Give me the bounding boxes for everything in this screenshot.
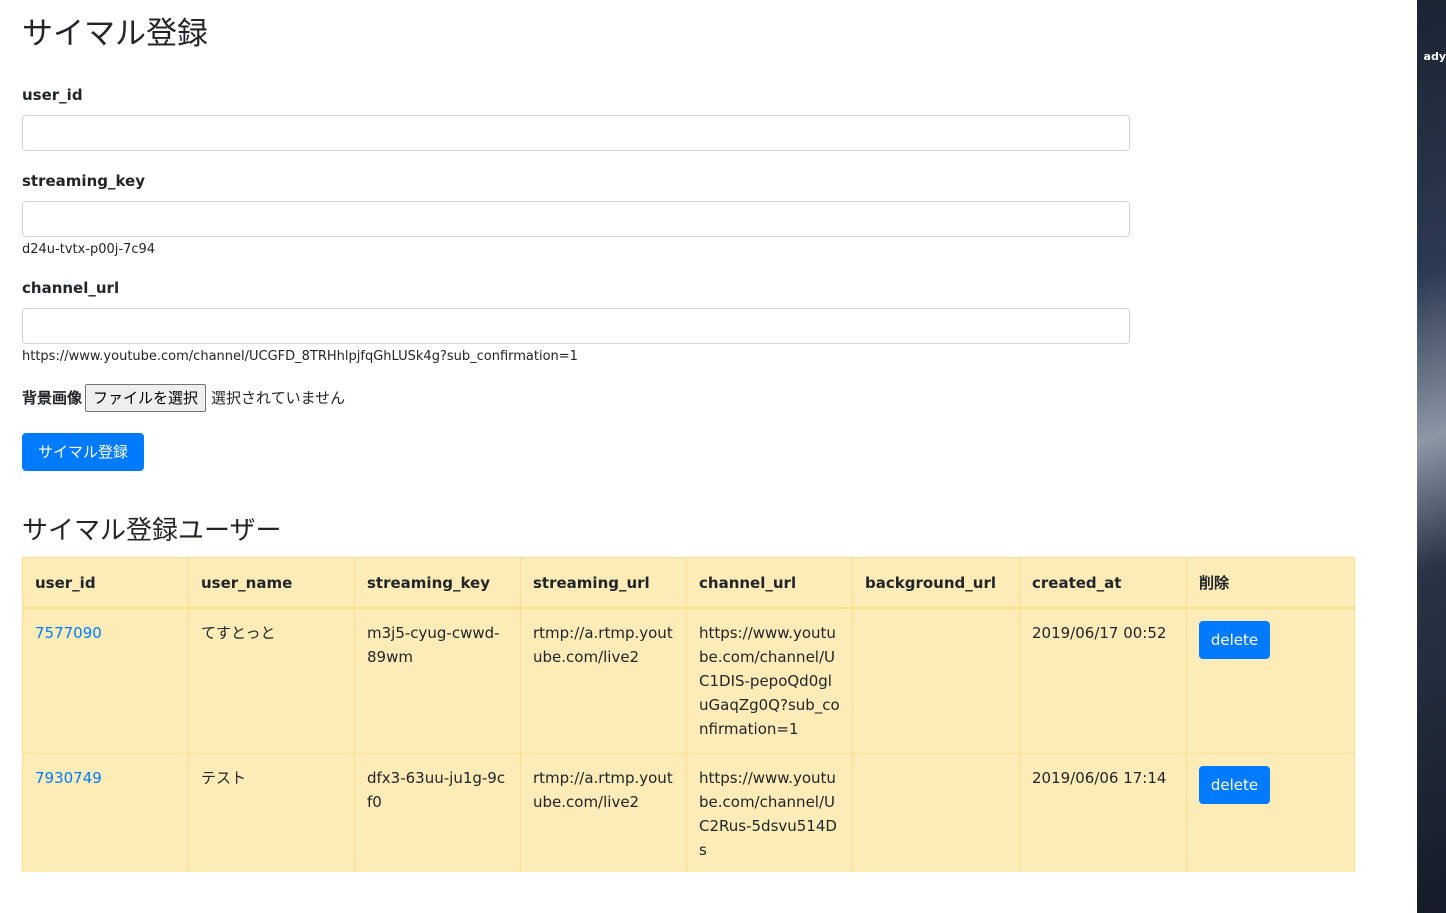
side-background-image — [1417, 0, 1446, 913]
channel-url-cell: https://www.youtube.com/channel/UC2Rus-5… — [686, 753, 853, 872]
users-section-title: サイマル登録ユーザー — [22, 516, 282, 546]
column-header-background-url: background_url — [852, 557, 1020, 609]
streaming-key-cell: m3j5-cyug-cwwd-89wm — [354, 607, 521, 754]
channel-url-input[interactable] — [22, 308, 1130, 344]
column-header-streaming-url: streaming_url — [520, 557, 687, 609]
column-header-streaming-key: streaming_key — [354, 557, 521, 609]
created-at-cell: 2019/06/06 17:14 — [1019, 753, 1187, 872]
delete-button[interactable]: delete — [1199, 621, 1270, 659]
side-text: ady — [1423, 50, 1446, 63]
channel-url-cell: https://www.youtube.com/channel/UC1DIS-p… — [686, 607, 853, 754]
column-header-user-name: user_name — [188, 557, 355, 609]
user-id-link[interactable]: 7577090 — [35, 624, 102, 642]
user-name-cell: てすとっと — [188, 607, 355, 754]
background-image-label: 背景画像 — [22, 389, 83, 407]
streaming-url-cell: rtmp://a.rtmp.youtube.com/live2 — [520, 607, 687, 754]
user-id-label: user_id — [22, 86, 83, 104]
table-header-row: user_id user_name streaming_key streamin… — [22, 557, 1355, 609]
user-name-cell: テスト — [188, 753, 355, 872]
user-id-cell: 7930749 — [22, 753, 189, 872]
column-header-channel-url: channel_url — [686, 557, 853, 609]
background-url-cell — [852, 753, 1020, 872]
background-image-field: 背景画像 ファイルを選択 選択されていません — [22, 383, 345, 412]
file-status-text: 選択されていません — [211, 389, 346, 407]
channel-url-help: https://www.youtube.com/channel/UCGFD_8T… — [22, 349, 578, 364]
delete-button[interactable]: delete — [1199, 766, 1270, 804]
main-content: サイマル登録 user_id streaming_key d24u-tvtx-p… — [22, 0, 1357, 872]
table-row: 7577090 てすとっと m3j5-cyug-cwwd-89wm rtmp:/… — [22, 607, 1355, 754]
channel-url-label: channel_url — [22, 279, 120, 297]
choose-file-button[interactable]: ファイルを選択 — [85, 383, 207, 412]
streaming-key-cell: dfx3-63uu-ju1g-9cf0 — [354, 753, 521, 872]
background-url-cell — [852, 607, 1020, 754]
register-button[interactable]: サイマル登録 — [22, 433, 144, 471]
user-id-cell: 7577090 — [22, 607, 189, 754]
column-header-user-id: user_id — [22, 557, 189, 609]
user-id-link[interactable]: 7930749 — [35, 769, 102, 787]
page-title: サイマル登録 — [22, 16, 208, 52]
streaming-key-label: streaming_key — [22, 172, 146, 190]
table-row: 7930749 テスト dfx3-63uu-ju1g-9cf0 rtmp://a… — [22, 753, 1355, 872]
column-header-created-at: created_at — [1019, 557, 1187, 609]
delete-cell: delete — [1186, 753, 1355, 872]
delete-cell: delete — [1186, 607, 1355, 754]
column-header-delete: 削除 — [1186, 557, 1355, 609]
user-id-input[interactable] — [22, 115, 1130, 151]
created-at-cell: 2019/06/17 00:52 — [1019, 607, 1187, 754]
streaming-url-cell: rtmp://a.rtmp.youtube.com/live2 — [520, 753, 687, 872]
streaming-key-help: d24u-tvtx-p00j-7c94 — [22, 242, 156, 257]
streaming-key-input[interactable] — [22, 201, 1130, 237]
users-table: user_id user_name streaming_key streamin… — [22, 557, 1355, 872]
